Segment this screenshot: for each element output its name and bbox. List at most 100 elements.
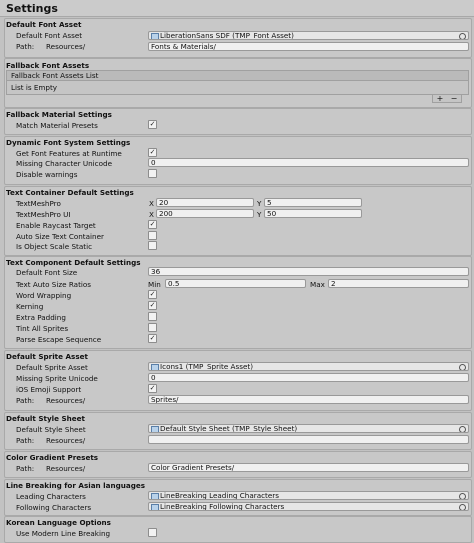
- object-picker-icon[interactable]: [459, 493, 466, 499]
- text-container-header: Text Container Default Settings: [6, 188, 134, 197]
- default-font-size-label: Default Font Size: [16, 268, 78, 277]
- ratio-max-label: Max: [310, 280, 325, 289]
- object-scale-static-checkbox[interactable]: [148, 241, 157, 250]
- font-path-prefix: Resources/: [46, 42, 86, 51]
- kerning-label: Kerning: [16, 302, 44, 311]
- korean-language-header: Korean Language Options: [6, 518, 111, 527]
- textmeshpro-x-label: X: [149, 199, 154, 208]
- fallback-material-header: Fallback Material Settings: [6, 110, 112, 119]
- following-characters-field[interactable]: LineBreaking Following Characters: [148, 502, 469, 511]
- object-picker-icon[interactable]: [459, 426, 466, 432]
- fallback-list-body: List is Empty: [6, 81, 469, 95]
- list-add-button[interactable]: +: [433, 95, 447, 103]
- parse-escape-sequence-label: Parse Escape Sequence: [16, 335, 102, 344]
- font-path-label: Path:: [16, 42, 35, 51]
- disable-warnings-label: Disable warnings: [16, 170, 78, 179]
- missing-sprite-unicode-input[interactable]: 0: [148, 373, 469, 382]
- default-style-sheet-label: Default Style Sheet: [16, 425, 86, 434]
- leading-characters-label: Leading Characters: [16, 492, 86, 501]
- leading-characters-field[interactable]: LineBreaking Leading Characters: [148, 491, 469, 500]
- text-asset-icon: [151, 504, 159, 510]
- leading-characters-value: LineBreaking Leading Characters: [160, 491, 279, 500]
- color-gradient-header: Color Gradient Presets: [6, 453, 99, 462]
- textmeshpro-ui-x-label: X: [149, 210, 154, 219]
- default-style-sheet-header: Default Style Sheet: [6, 414, 85, 423]
- list-remove-button[interactable]: −: [447, 95, 461, 103]
- default-sprite-asset-label: Default Sprite Asset: [16, 363, 88, 372]
- word-wrapping-label: Word Wrapping: [16, 291, 72, 300]
- ios-emoji-support-checkbox[interactable]: ✓: [148, 384, 157, 393]
- following-characters-value: LineBreaking Following Characters: [160, 502, 285, 511]
- default-font-asset-field[interactable]: LiberationSans SDF (TMP_Font Asset): [148, 31, 469, 40]
- textmeshpro-ui-y-input[interactable]: 50: [264, 209, 362, 218]
- auto-size-text-container-checkbox[interactable]: [148, 231, 157, 240]
- gradient-path-input[interactable]: Color Gradient Presets/: [148, 463, 469, 472]
- object-picker-icon[interactable]: [459, 504, 466, 510]
- default-font-asset-label: Default Font Asset: [16, 31, 83, 40]
- line-breaking-header: Line Breaking for Asian languages: [6, 481, 146, 490]
- auto-size-text-container-label: Auto Size Text Container: [16, 232, 104, 241]
- auto-size-ratios-label: Text Auto Size Ratios: [16, 280, 92, 289]
- fallback-list-header: Fallback Font Assets List: [6, 70, 469, 81]
- style-path-input[interactable]: [148, 435, 469, 444]
- gradient-path-label: Path:: [16, 464, 35, 473]
- gradient-path-prefix: Resources/: [46, 464, 86, 473]
- object-picker-icon[interactable]: [459, 364, 466, 370]
- get-font-features-checkbox[interactable]: ✓: [148, 148, 157, 157]
- default-sprite-header: Default Sprite Asset: [6, 352, 88, 361]
- default-style-sheet-value: Default Style Sheet (TMP_Style Sheet): [160, 424, 298, 433]
- get-font-features-label: Get Font Features at Runtime: [16, 149, 122, 158]
- ratio-max-input[interactable]: 2: [328, 279, 469, 288]
- object-scale-static-label: Is Object Scale Static: [16, 242, 93, 251]
- sprite-path-label: Path:: [16, 396, 35, 405]
- ios-emoji-support-label: iOS Emoji Support: [16, 385, 82, 394]
- extra-padding-checkbox[interactable]: [148, 312, 157, 321]
- default-font-asset-header: Default Font Asset: [6, 20, 82, 29]
- text-component-header: Text Component Default Settings: [6, 258, 141, 267]
- modern-line-breaking-label: Use Modern Line Breaking: [16, 529, 111, 538]
- tint-all-sprites-checkbox[interactable]: [148, 323, 157, 332]
- default-font-size-input[interactable]: 36: [148, 267, 469, 276]
- ratio-min-label: Min: [148, 280, 161, 289]
- missing-sprite-unicode-label: Missing Sprite Unicode: [16, 374, 98, 383]
- parse-escape-sequence-checkbox[interactable]: ✓: [148, 334, 157, 343]
- dynamic-font-header: Dynamic Font System Settings: [6, 138, 131, 147]
- default-sprite-asset-value: Icons1 (TMP_Sprite Asset): [160, 362, 254, 371]
- text-asset-icon: [151, 493, 159, 499]
- match-material-presets-checkbox[interactable]: ✓: [148, 120, 157, 129]
- textmeshpro-size-label: TextMeshPro: [16, 199, 61, 208]
- default-font-asset-value: LiberationSans SDF (TMP_Font Asset): [160, 31, 294, 40]
- sprite-asset-icon: [151, 364, 159, 370]
- style-path-label: Path:: [16, 436, 35, 445]
- default-style-sheet-field[interactable]: Default Style Sheet (TMP_Style Sheet): [148, 424, 469, 433]
- object-picker-icon[interactable]: [459, 33, 466, 39]
- font-path-input[interactable]: Fonts & Materials/: [148, 42, 469, 51]
- fallback-font-assets-header: Fallback Font Assets: [6, 61, 90, 70]
- enable-raycast-target-label: Enable Raycast Target: [16, 221, 96, 230]
- textmeshpro-ui-x-input[interactable]: 200: [156, 209, 254, 218]
- word-wrapping-checkbox[interactable]: ✓: [148, 290, 157, 299]
- ratio-min-input[interactable]: 0.5: [165, 279, 306, 288]
- disable-warnings-checkbox[interactable]: [148, 169, 157, 178]
- tint-all-sprites-label: Tint All Sprites: [16, 324, 69, 333]
- textmeshpro-x-input[interactable]: 20: [156, 198, 254, 207]
- kerning-checkbox[interactable]: ✓: [148, 301, 157, 310]
- page-title: Settings: [6, 2, 58, 15]
- extra-padding-label: Extra Padding: [16, 313, 66, 322]
- list-add-remove-buttons: + −: [432, 95, 462, 103]
- textmeshpro-ui-size-label: TextMeshPro UI: [16, 210, 71, 219]
- missing-character-unicode-label: Missing Character Unicode: [16, 159, 113, 168]
- enable-raycast-target-checkbox[interactable]: ✓: [148, 220, 157, 229]
- style-path-prefix: Resources/: [46, 436, 86, 445]
- default-sprite-asset-field[interactable]: Icons1 (TMP_Sprite Asset): [148, 362, 469, 371]
- match-material-presets-label: Match Material Presets: [16, 121, 98, 130]
- textmeshpro-y-label: Y: [257, 199, 262, 208]
- following-characters-label: Following Characters: [16, 503, 92, 512]
- sprite-path-prefix: Resources/: [46, 396, 86, 405]
- font-asset-icon: [151, 33, 159, 39]
- sprite-path-input[interactable]: Sprites/: [148, 395, 469, 404]
- style-sheet-icon: [151, 426, 159, 432]
- textmeshpro-y-input[interactable]: 5: [264, 198, 362, 207]
- missing-character-unicode-input[interactable]: 0: [148, 158, 469, 167]
- modern-line-breaking-checkbox[interactable]: [148, 528, 157, 537]
